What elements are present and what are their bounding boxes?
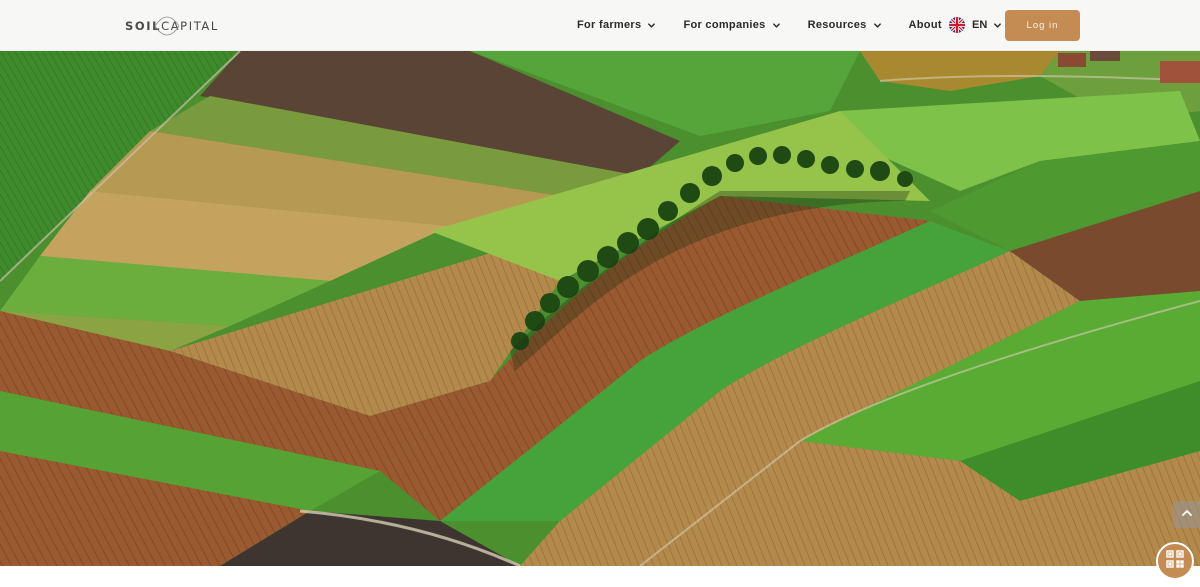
nav-for-farmers[interactable]: For farmers (577, 19, 656, 31)
chevron-down-icon (647, 21, 656, 30)
logo-text-soil: SOIL (125, 19, 162, 33)
nav-about-label: About (908, 19, 942, 31)
login-button[interactable]: Log in (1005, 10, 1080, 41)
uk-flag-icon (949, 17, 965, 33)
chevron-up-icon (1181, 506, 1193, 524)
soilcapital-logo[interactable]: SOIL CAPITAL (125, 16, 219, 36)
hero-aerial-fields-image (0, 51, 1200, 566)
qr-code-icon (1166, 549, 1184, 573)
main-nav: For farmers For companies Resources Abou… (577, 15, 957, 35)
nav-resources[interactable]: Resources (808, 19, 882, 31)
site-header: SOIL CAPITAL For farmers For companies Re… (0, 0, 1200, 51)
chevron-down-icon (772, 21, 781, 30)
aerial-farm-fields-illustration (0, 51, 1200, 566)
chevron-down-icon (993, 21, 1002, 30)
nav-for-companies-label: For companies (683, 19, 766, 31)
chevron-down-icon (873, 21, 882, 30)
language-code: EN (972, 19, 988, 31)
nav-for-farmers-label: For farmers (577, 19, 642, 31)
nav-resources-label: Resources (807, 19, 867, 31)
language-selector[interactable]: EN (949, 16, 1002, 34)
scroll-to-top-button[interactable] (1173, 501, 1200, 528)
qr-code-button[interactable] (1156, 542, 1194, 580)
logo-text-capital: CAPITAL (161, 19, 219, 33)
nav-for-companies[interactable]: For companies (683, 19, 780, 31)
